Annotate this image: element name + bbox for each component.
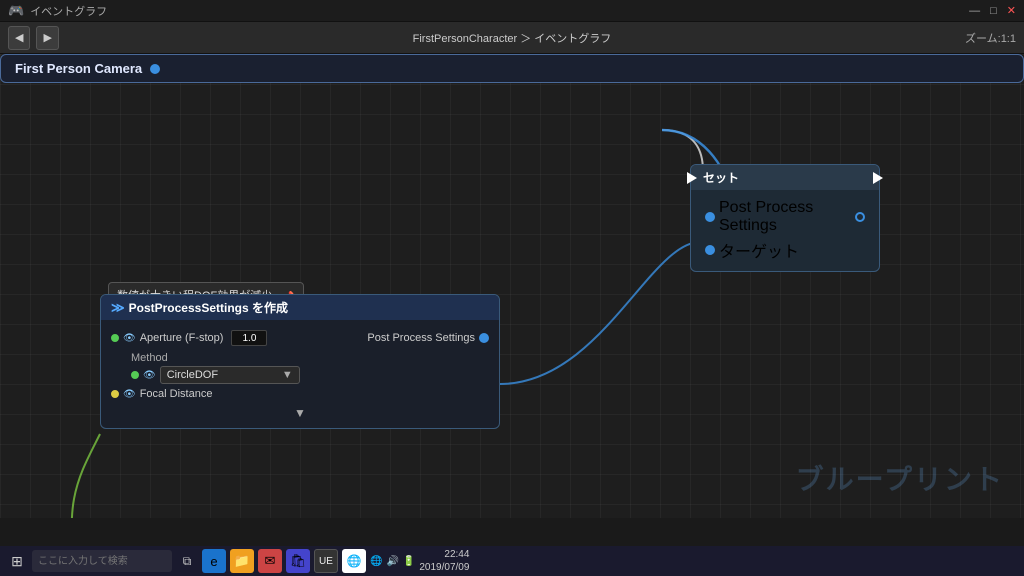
title-bar: 🎮 イベントグラフ — □ ✕ — [0, 0, 1024, 22]
node-set[interactable]: セット Post Process Settings ターゲット — [690, 164, 880, 272]
pps-icon: ≫ — [111, 300, 125, 316]
maximize-btn[interactable]: □ — [990, 5, 997, 17]
pps-method-eye-icon[interactable]: 👁 — [143, 370, 156, 381]
pps-method-value: CircleDOF — [167, 369, 218, 381]
taskbar-system-icons: 🌐 🔊 🔋 22:44 2019/07/09 — [370, 548, 469, 574]
close-btn[interactable]: ✕ — [1007, 4, 1016, 17]
taskbar-explorer-icon[interactable]: 📁 — [230, 549, 254, 573]
pps-focal-row: 👁 Focal Distance — [111, 388, 489, 400]
node-first-person-camera[interactable]: First Person Camera — [0, 54, 1024, 83]
blueprint-canvas[interactable]: First Person Camera セット Post Process Set… — [0, 54, 1024, 518]
pps-method-left-pin[interactable] — [131, 371, 139, 379]
set-exec-in-pin[interactable] — [687, 172, 697, 184]
set-node-header: セット — [691, 165, 879, 190]
back-button[interactable]: ◀ — [8, 26, 30, 50]
pps-node-header: ≫ PostProcessSettings を作成 — [101, 295, 499, 320]
time-display: 22:44 — [419, 548, 469, 561]
node-post-process-settings[interactable]: ≫ PostProcessSettings を作成 👁 Aperture (F-… — [100, 294, 500, 429]
dropdown-arrow-icon: ▼ — [282, 369, 293, 381]
pps-method-container: Method 👁 CircleDOF ▼ — [131, 352, 489, 384]
set-pps-label: Post Process Settings — [719, 199, 855, 235]
pps-aperture-label: Aperture (F-stop) — [140, 332, 224, 344]
breadcrumb: FirstPersonCharacter ＞ イベントグラフ — [65, 30, 959, 46]
set-header-label: セット — [703, 169, 739, 186]
pps-focal-left-pin[interactable] — [111, 390, 119, 398]
set-target-row: ターゲット — [701, 238, 869, 262]
pps-output-label: Post Process Settings — [367, 332, 475, 344]
pps-header-label: PostProcessSettings を作成 — [129, 299, 288, 316]
taskbar-network-icon: 🌐 — [370, 556, 382, 567]
taskbar: ⊞ ⧉ e 📁 ✉ 🛍 UE 🌐 🌐 🔊 🔋 22:44 2019/07/09 — [0, 546, 1024, 576]
title-bar-left: 🎮 イベントグラフ — [8, 3, 107, 19]
camera-output-pin[interactable] — [150, 64, 160, 74]
taskbar-volume-icon: 🔊 — [386, 556, 398, 567]
blueprint-watermark: ブループリント — [796, 458, 1004, 498]
taskbar-battery-icon: 🔋 — [403, 556, 415, 567]
set-pps-output-pin[interactable] — [855, 212, 865, 222]
pps-expand-row: ▼ — [111, 404, 489, 422]
zoom-level: ズーム:1:1 — [965, 30, 1016, 46]
pps-aperture-left-pin[interactable] — [111, 334, 119, 342]
pps-focal-label: Focal Distance — [140, 388, 213, 400]
taskbar-search-input[interactable] — [32, 550, 172, 572]
taskbar-time: 22:44 2019/07/09 — [419, 548, 469, 574]
date-display: 2019/07/09 — [419, 561, 469, 574]
tab-label: イベントグラフ — [30, 3, 107, 19]
pps-method-label-text: Method — [131, 352, 489, 364]
minimize-btn[interactable]: — — [969, 5, 980, 17]
pps-aperture-row: 👁 Aperture (F-stop) Post Process Setting… — [111, 330, 489, 346]
taskbar-ue4-icon[interactable]: UE — [314, 549, 338, 573]
pps-aperture-input[interactable] — [231, 330, 267, 346]
taskbar-chrome-icon[interactable]: 🌐 — [342, 549, 366, 573]
pps-node-body: 👁 Aperture (F-stop) Post Process Setting… — [101, 320, 499, 428]
app-icon: 🎮 — [8, 3, 24, 19]
pps-output-pin[interactable] — [479, 333, 489, 343]
taskbar-task-view-icon[interactable]: ⧉ — [176, 550, 198, 572]
set-pps-input-pin[interactable] — [705, 212, 715, 222]
pps-aperture-eye-icon[interactable]: 👁 — [123, 333, 136, 344]
title-bar-right: — □ ✕ — [969, 4, 1016, 17]
taskbar-start-icon[interactable]: ⊞ — [6, 550, 28, 572]
set-pps-row: Post Process Settings — [701, 199, 869, 235]
pps-method-dropdown[interactable]: CircleDOF ▼ — [160, 366, 300, 384]
toolbar: ◀ ▶ FirstPersonCharacter ＞ イベントグラフ ズーム:1… — [0, 22, 1024, 54]
set-target-label: ターゲット — [719, 238, 799, 262]
pps-method-row: 👁 CircleDOF ▼ — [131, 366, 489, 384]
set-exec-out-pin[interactable] — [873, 172, 883, 184]
set-target-input-pin[interactable] — [705, 245, 715, 255]
pps-focal-eye-icon[interactable]: 👁 — [123, 389, 136, 400]
taskbar-edge-icon[interactable]: e — [202, 549, 226, 573]
camera-node-label: First Person Camera — [15, 61, 142, 76]
pps-expand-icon[interactable]: ▼ — [294, 406, 306, 420]
set-node-body: Post Process Settings ターゲット — [691, 190, 879, 271]
taskbar-mail-icon[interactable]: ✉ — [258, 549, 282, 573]
taskbar-store-icon[interactable]: 🛍 — [286, 549, 310, 573]
forward-button[interactable]: ▶ — [36, 26, 58, 50]
